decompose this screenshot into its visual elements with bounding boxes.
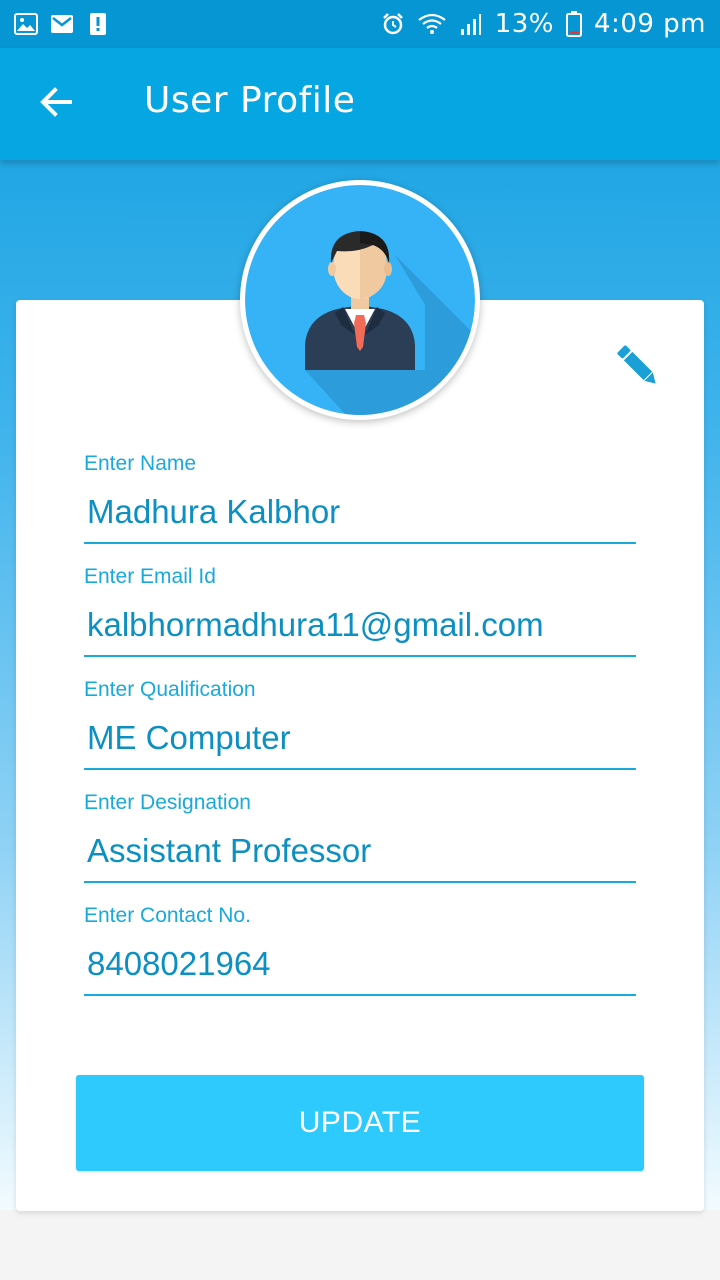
page-title: User Profile: [144, 80, 356, 121]
battery-percent: 13%: [494, 9, 555, 39]
designation-input[interactable]: [84, 821, 636, 883]
contact-input[interactable]: [84, 934, 636, 996]
status-left-icons: [14, 12, 110, 36]
alarm-icon: [381, 12, 405, 36]
qualification-field-group: Enter Qualification: [84, 678, 636, 770]
email-label: Enter Email Id: [84, 565, 216, 588]
edit-button[interactable]: [608, 338, 668, 398]
page-bottom: [0, 1210, 720, 1280]
designation-label: Enter Designation: [84, 791, 251, 814]
contact-label: Enter Contact No.: [84, 904, 251, 927]
back-button[interactable]: [28, 76, 84, 132]
battery-icon: [566, 11, 583, 37]
email-field-group: Enter Email Id: [84, 565, 636, 657]
qualification-input[interactable]: [84, 708, 636, 770]
name-label: Enter Name: [84, 452, 197, 475]
image-icon: [14, 12, 38, 36]
alert-icon: [86, 12, 110, 36]
contact-field-group: Enter Contact No.: [84, 904, 636, 996]
gmail-icon: [50, 12, 74, 36]
status-time: 4:09 pm: [594, 9, 706, 39]
update-button[interactable]: UPDATE: [76, 1075, 644, 1171]
name-input[interactable]: [84, 482, 636, 544]
status-bar: 13% 4:09 pm: [0, 0, 720, 48]
user-avatar-icon: [245, 185, 475, 415]
status-right-icons: 13% 4:09 pm: [381, 9, 706, 39]
arrow-left-icon: [38, 84, 74, 125]
email-input[interactable]: [84, 595, 636, 657]
avatar-frame: [240, 180, 480, 420]
app-bar: User Profile: [0, 48, 720, 160]
signal-icon: [459, 12, 483, 36]
pencil-icon: [612, 340, 664, 397]
wifi-icon: [417, 12, 447, 36]
designation-field-group: Enter Designation: [84, 791, 636, 883]
qualification-label: Enter Qualification: [84, 678, 256, 701]
name-field-group: Enter Name: [84, 452, 636, 544]
